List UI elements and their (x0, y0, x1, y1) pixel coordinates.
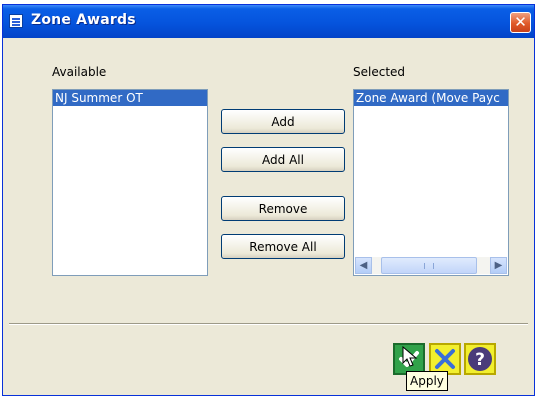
x-icon (435, 349, 455, 369)
footer-divider-highlight (9, 324, 528, 325)
scrollbar-thumb[interactable] (381, 257, 477, 274)
zone-awards-dialog: Zone Awards ✕ Available NJ Summer OT Add… (2, 4, 535, 396)
selected-list-item[interactable]: Zone Award (Move Payc (354, 90, 508, 106)
selected-list[interactable]: Zone Award (Move Payc ◀ ▶ (353, 89, 509, 276)
window-title: Zone Awards (31, 12, 136, 28)
remove-button[interactable]: Remove (221, 196, 345, 221)
available-label: Available (52, 65, 107, 79)
add-all-button[interactable]: Add All (221, 147, 345, 172)
available-list[interactable]: NJ Summer OT (52, 89, 208, 276)
svg-text:?: ? (475, 350, 485, 370)
close-button[interactable]: ✕ (510, 12, 531, 33)
help-button[interactable]: ? (464, 343, 496, 375)
window-list-icon (9, 14, 23, 28)
scroll-right-arrow-icon[interactable]: ▶ (490, 257, 507, 274)
question-icon: ? (468, 347, 492, 371)
apply-tooltip: Apply (406, 371, 448, 391)
horizontal-scrollbar[interactable]: ◀ ▶ (355, 257, 507, 274)
selected-label: Selected (353, 65, 406, 79)
title-bar[interactable]: Zone Awards ✕ (3, 5, 534, 38)
mouse-cursor-icon (402, 346, 418, 367)
remove-all-button[interactable]: Remove All (221, 234, 345, 259)
add-button[interactable]: Add (221, 109, 345, 134)
scroll-left-arrow-icon[interactable]: ◀ (355, 257, 372, 274)
available-list-item[interactable]: NJ Summer OT (53, 90, 207, 106)
